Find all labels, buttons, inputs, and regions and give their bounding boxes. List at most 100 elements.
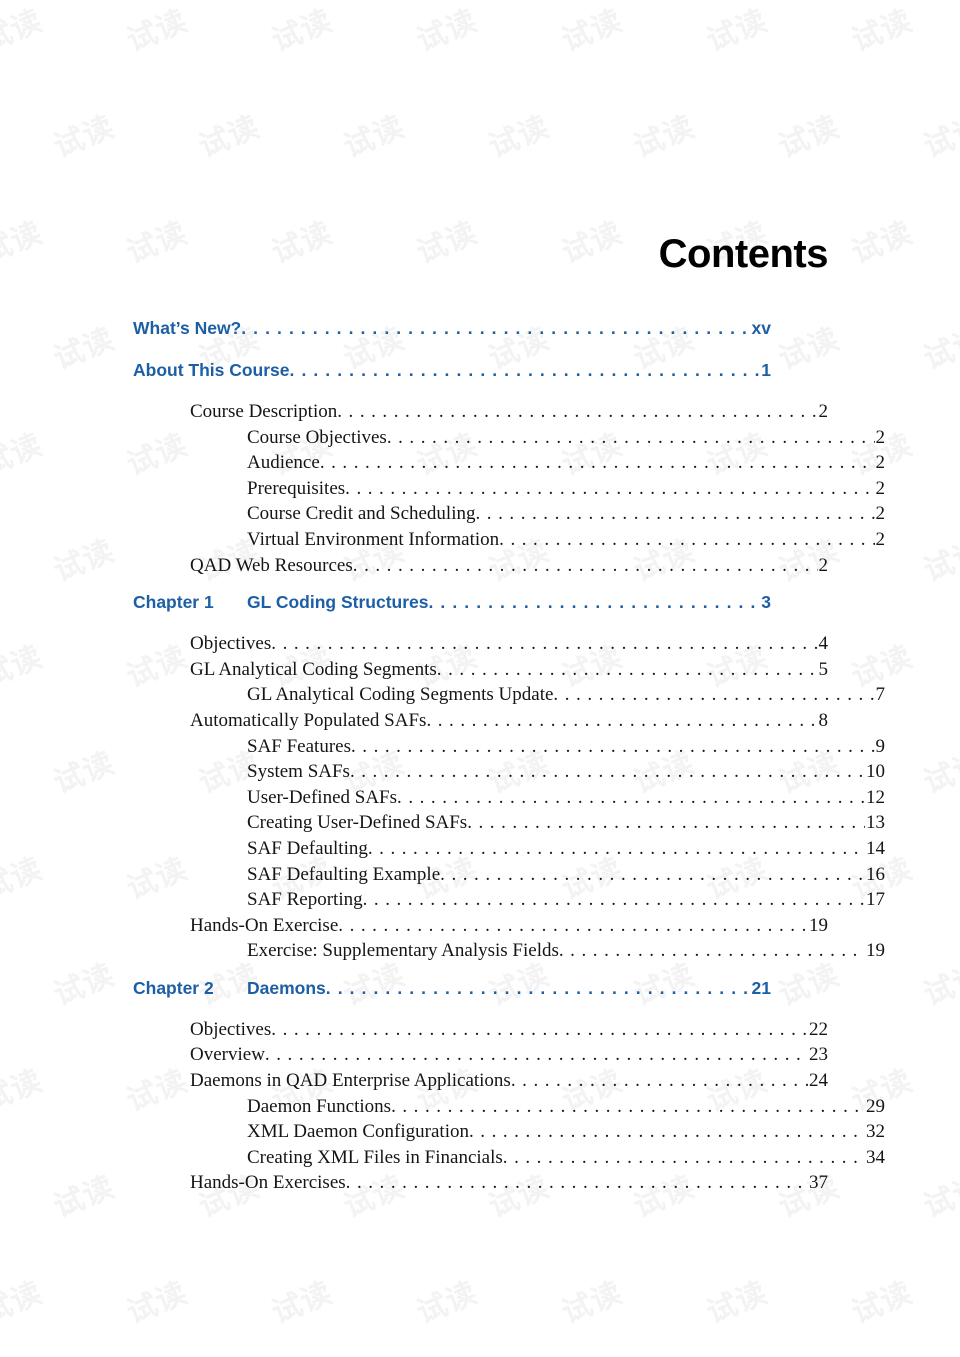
dot-leader bbox=[437, 659, 818, 681]
toc-page-number: 32 bbox=[866, 1121, 885, 1143]
dot-leader bbox=[387, 427, 875, 449]
dot-leader bbox=[467, 812, 865, 834]
toc-entry-label: GL Coding Structures bbox=[247, 592, 429, 613]
toc-entry-label: Hands-On Exercise bbox=[190, 914, 339, 936]
toc-entry-label: Automatically Populated SAFs bbox=[190, 709, 427, 731]
toc-page-number: 1 bbox=[761, 360, 771, 380]
toc-entry-level-3[interactable]: User-Defined SAFs 12 bbox=[247, 787, 885, 813]
dot-leader bbox=[503, 1147, 865, 1169]
toc-page-number: 2 bbox=[875, 477, 886, 499]
toc-entry-level-2[interactable]: QAD Web Resources 2 bbox=[190, 555, 828, 581]
toc-entry-level-2[interactable]: Hands-On Exercises 37 bbox=[190, 1172, 828, 1198]
toc-page-number: 5 bbox=[818, 658, 829, 680]
toc-entry-label: Prerequisites bbox=[247, 477, 346, 499]
toc-entry-level-3[interactable]: SAF Defaulting 14 bbox=[247, 838, 885, 864]
toc-entry-level-1[interactable]: About This Course 1 bbox=[133, 360, 771, 390]
toc-entry-label: User-Defined SAFs bbox=[247, 786, 398, 808]
toc-page-number: 2 bbox=[818, 401, 829, 422]
toc-chapter-number: Chapter 1 bbox=[133, 592, 214, 613]
toc-page-number: 14 bbox=[866, 837, 885, 859]
toc-page-number: 34 bbox=[866, 1146, 885, 1168]
dot-leader bbox=[391, 1096, 865, 1118]
toc-entry-level-3[interactable]: XML Daemon Configuration 32 bbox=[247, 1121, 885, 1147]
toc-entry-level-3[interactable]: Creating User-Defined SAFs 13 bbox=[247, 812, 885, 838]
toc-entry-level-3[interactable]: Exercise: Supplementary Analysis Fields 1… bbox=[247, 940, 885, 966]
toc-entry-label: Daemon Functions bbox=[247, 1095, 392, 1117]
toc-entry-level-3[interactable]: Creating XML Files in Financials 34 bbox=[247, 1147, 885, 1173]
dot-leader bbox=[368, 838, 865, 860]
toc-entry-label: Objectives bbox=[190, 1018, 272, 1040]
toc-entry-level-3[interactable]: SAF Defaulting Example 16 bbox=[247, 864, 885, 890]
toc-entry-level-2[interactable]: Overview 23 bbox=[190, 1044, 828, 1070]
toc-entry-label: Daemons in QAD Enterprise Applications bbox=[190, 1070, 511, 1092]
toc-page-number: 8 bbox=[818, 709, 829, 731]
dot-leader bbox=[440, 864, 865, 886]
dot-leader bbox=[265, 1044, 808, 1066]
toc-entry-level-2[interactable]: Hands-On Exercise 19 bbox=[190, 915, 828, 941]
document-page: Contents What’s New? xv About This Course 1… bbox=[0, 0, 960, 1357]
dot-leader bbox=[397, 787, 865, 809]
toc-entry-level-2[interactable]: Objectives 4 bbox=[190, 633, 828, 659]
toc-entry-level-3[interactable]: GL Analytical Coding Segments Update 7 bbox=[247, 684, 885, 710]
toc-entry-label: Creating User-Defined SAFs bbox=[247, 812, 468, 834]
toc-entry-label: What’s New? bbox=[133, 318, 242, 338]
toc-entry-level-3[interactable]: Prerequisites 2 bbox=[247, 478, 885, 504]
toc-entry-level-3[interactable]: Daemon Functions 29 bbox=[247, 1096, 885, 1122]
toc-entry-label: Creating XML Files in Financials bbox=[247, 1146, 503, 1168]
toc-entry-label: Daemons bbox=[247, 977, 326, 998]
toc-entry-label: SAF Features bbox=[247, 735, 351, 757]
dot-leader bbox=[469, 1121, 865, 1143]
dot-leader bbox=[499, 529, 874, 551]
toc-entry-label: SAF Defaulting bbox=[247, 837, 368, 859]
toc-entry-label: XML Daemon Configuration bbox=[247, 1121, 469, 1143]
toc-entry-level-2[interactable]: GL Analytical Coding Segments 5 bbox=[190, 659, 828, 685]
toc-page-number: 19 bbox=[809, 914, 828, 936]
toc-entry-level-1[interactable]: What’s New? xv bbox=[133, 318, 771, 348]
dot-leader bbox=[320, 452, 875, 474]
toc-entry-label: Course Credit and Scheduling bbox=[247, 503, 476, 525]
toc-page-number: 2 bbox=[875, 452, 886, 474]
dot-leader bbox=[290, 360, 761, 381]
toc-entry-level-3[interactable]: SAF Reporting 17 bbox=[247, 889, 885, 915]
dot-leader bbox=[559, 940, 865, 962]
toc-chapter-number: Chapter 2 bbox=[133, 977, 214, 998]
toc-entry-label: GL Analytical Coding Segments bbox=[190, 658, 437, 680]
toc-page-number: 13 bbox=[866, 812, 885, 834]
dot-leader bbox=[353, 555, 818, 577]
toc-page-number: 12 bbox=[866, 786, 885, 808]
toc-entry-label: QAD Web Resources bbox=[190, 554, 353, 576]
table-of-contents: What’s New? xv About This Course 1 Course De… bbox=[133, 318, 885, 1198]
toc-page-number: 22 bbox=[809, 1018, 828, 1040]
toc-entry-label: Audience bbox=[247, 452, 320, 474]
toc-page-number: 9 bbox=[875, 735, 886, 757]
toc-page-number: 17 bbox=[866, 889, 885, 911]
dot-leader bbox=[346, 1172, 808, 1194]
toc-chapter-entry[interactable]: Chapter 1 GL Coding Structures 3 bbox=[133, 592, 771, 622]
toc-entry-label: System SAFs bbox=[247, 761, 350, 783]
toc-page-number: 29 bbox=[866, 1095, 885, 1117]
toc-entry-level-3[interactable]: Course Credit and Scheduling 2 bbox=[247, 503, 885, 529]
toc-entry-label: Exercise: Supplementary Analysis Fields bbox=[247, 940, 559, 962]
toc-entry-label: SAF Defaulting Example bbox=[247, 863, 441, 885]
toc-page-number: 16 bbox=[866, 863, 885, 885]
toc-entry-level-2[interactable]: Course Description 2 bbox=[190, 401, 828, 427]
toc-entry-level-2[interactable]: Objectives 22 bbox=[190, 1019, 828, 1045]
toc-entry-level-2[interactable]: Daemons in QAD Enterprise Applications 24 bbox=[190, 1070, 828, 1096]
toc-entry-level-3[interactable]: Audience 2 bbox=[247, 452, 885, 478]
toc-entry-level-3[interactable]: System SAFs 10 bbox=[247, 761, 885, 787]
toc-entry-level-2[interactable]: Automatically Populated SAFs 8 bbox=[190, 710, 828, 736]
toc-entry-label: Hands-On Exercises bbox=[190, 1172, 346, 1194]
toc-page-number: 10 bbox=[866, 761, 885, 783]
dot-leader bbox=[511, 1070, 808, 1092]
toc-page-number: 2 bbox=[818, 554, 829, 576]
dot-leader bbox=[271, 633, 817, 655]
toc-entry-level-3[interactable]: SAF Features 9 bbox=[247, 736, 885, 762]
toc-page-number: 24 bbox=[809, 1070, 828, 1092]
dot-leader bbox=[345, 478, 874, 500]
toc-entry-level-3[interactable]: Course Objectives 2 bbox=[247, 427, 885, 453]
toc-entry-level-3[interactable]: Virtual Environment Information 2 bbox=[247, 529, 885, 555]
toc-page-number: 3 bbox=[761, 592, 771, 613]
toc-chapter-entry[interactable]: Chapter 2 Daemons 21 bbox=[133, 978, 771, 1008]
toc-entry-label: Objectives bbox=[190, 633, 272, 655]
dot-leader bbox=[553, 684, 874, 706]
